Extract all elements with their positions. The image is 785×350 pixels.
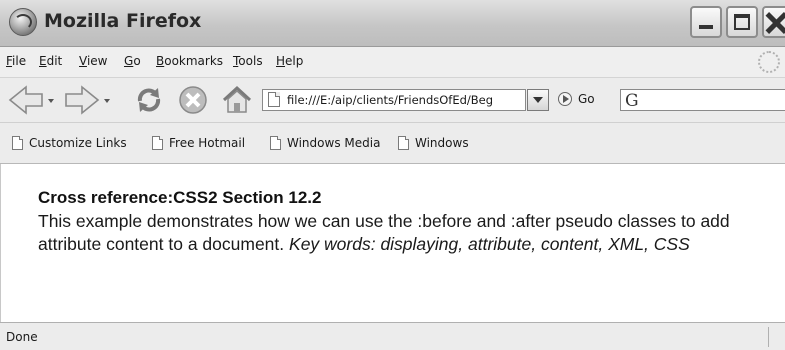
menu-file[interactable]: File: [6, 54, 26, 68]
page-icon: [270, 136, 281, 150]
menu-bar: File Edit View Go Bookmarks Tools Help: [0, 47, 785, 78]
title-bar[interactable]: Mozilla Firefox: [0, 0, 785, 47]
menu-view[interactable]: View: [79, 54, 107, 68]
forward-arrow-icon: [65, 85, 110, 115]
back-button[interactable]: [6, 83, 56, 117]
page-paragraph: This example demonstrates how we can use…: [38, 210, 768, 256]
reload-button[interactable]: [132, 83, 166, 117]
bookmark-label: Customize Links: [29, 136, 127, 150]
url-text: file:///E:/aip/clients/FriendsOfEd/Beg: [287, 93, 494, 107]
minimize-button[interactable]: [690, 6, 722, 38]
maximize-button[interactable]: [726, 6, 758, 38]
url-input[interactable]: file:///E:/aip/clients/FriendsOfEd/Beg: [262, 89, 526, 111]
firefox-icon: [9, 8, 37, 36]
go-button[interactable]: Go: [578, 92, 595, 106]
status-bar: Done: [0, 322, 785, 350]
status-divider: [768, 327, 769, 347]
menu-go[interactable]: Go: [124, 54, 141, 68]
reload-icon: [137, 88, 161, 112]
bookmark-label: Windows: [415, 136, 469, 150]
menu-tools[interactable]: Tools: [233, 54, 263, 68]
url-history-dropdown[interactable]: [527, 89, 549, 111]
stop-button[interactable]: [176, 83, 210, 117]
bookmark-label: Free Hotmail: [169, 136, 246, 150]
back-arrow-icon: [8, 85, 54, 115]
close-button[interactable]: [762, 6, 785, 38]
bookmarks-toolbar: Customize Links Free Hotmail Windows Med…: [0, 123, 785, 164]
window-title: Mozilla Firefox: [44, 10, 202, 32]
page-icon: [398, 136, 409, 150]
status-text: Done: [6, 330, 38, 344]
menu-help[interactable]: Help: [276, 54, 303, 68]
page-icon: [12, 136, 23, 150]
menu-bookmarks[interactable]: Bookmarks: [156, 54, 223, 68]
page-content: Cross reference:CSS2 Section 12.2 This e…: [0, 164, 785, 322]
home-button[interactable]: [220, 83, 254, 117]
browser-window: Mozilla Firefox File Edit View Go Bookma…: [0, 0, 785, 350]
bookmark-label: Windows Media: [287, 136, 381, 150]
keywords-text: Key words: displaying, attribute, conten…: [289, 234, 690, 254]
menu-edit[interactable]: Edit: [39, 54, 62, 68]
go-icon[interactable]: [558, 92, 572, 106]
page-icon: [152, 136, 163, 150]
google-icon[interactable]: G: [625, 91, 639, 111]
page-icon: [268, 92, 280, 107]
navigation-toolbar: file:///E:/aip/clients/FriendsOfEd/Beg G…: [0, 78, 785, 123]
page-heading: Cross reference:CSS2 Section 12.2: [38, 188, 322, 207]
forward-button[interactable]: [62, 83, 112, 117]
home-icon: [222, 85, 252, 113]
search-input[interactable]: G: [620, 89, 785, 111]
throbber-icon: [758, 51, 780, 73]
stop-icon: [179, 86, 207, 114]
